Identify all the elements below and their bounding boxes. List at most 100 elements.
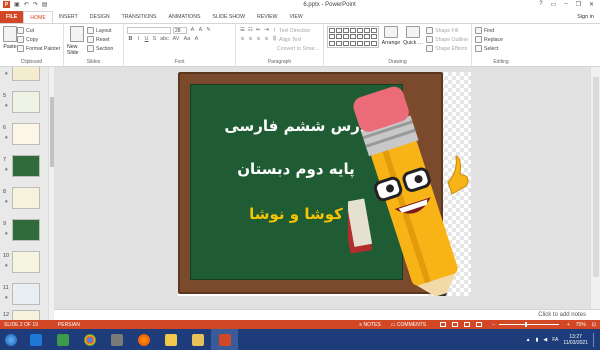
show-desktop-button[interactable] (593, 332, 596, 347)
taskbar-app[interactable] (103, 329, 130, 350)
align-right-icon[interactable]: ≡ (255, 36, 262, 43)
change-case-button[interactable]: Aa (182, 36, 192, 43)
slide-thumbnail[interactable]: 10 ★ (0, 251, 48, 279)
line-spacing-icon[interactable]: ↕ (271, 27, 278, 34)
start-button[interactable] (0, 329, 22, 350)
slide-thumbnail[interactable]: 8 ★ (0, 187, 48, 215)
justify-icon[interactable]: ≡ (263, 36, 270, 43)
zoom-in-button[interactable]: + (567, 322, 576, 328)
indent-icon[interactable]: ⇤ (255, 27, 262, 34)
pencil-character-image[interactable] (348, 82, 471, 296)
zoom-level[interactable]: 70% (576, 322, 592, 328)
find-button[interactable]: Find (475, 26, 527, 35)
close-button[interactable]: ✕ (589, 1, 594, 8)
taskbar-app[interactable] (184, 329, 211, 350)
slide-thumbnail[interactable]: 4 ★ (0, 67, 48, 87)
reset-button[interactable]: Reset (87, 35, 113, 44)
zoom-slider[interactable] (498, 322, 559, 327)
taskbar-app[interactable] (157, 329, 184, 350)
char-spacing-button[interactable]: AV (171, 36, 181, 43)
bold-button[interactable]: B (127, 36, 134, 43)
tab-animations[interactable]: ANIMATIONS (163, 11, 207, 23)
layout-button[interactable]: Layout (87, 26, 113, 35)
taskbar-app[interactable] (49, 329, 76, 350)
align-center-icon[interactable]: ≡ (247, 36, 254, 43)
canvas-scrollbar[interactable] (590, 67, 600, 320)
shrink-font-icon[interactable]: A (197, 27, 204, 34)
bullets-icon[interactable]: ☰ (239, 27, 246, 34)
section-button[interactable]: Section (87, 44, 113, 53)
font-size-input[interactable]: 28 (173, 27, 187, 34)
strikethrough-button[interactable]: abc (159, 36, 170, 43)
slide-thumbnail[interactable]: 12 (0, 310, 48, 320)
reading-view-icon[interactable] (464, 322, 471, 327)
help-button[interactable]: ? (539, 1, 542, 8)
notes-pane[interactable]: Click to add notes (54, 309, 600, 320)
tab-design[interactable]: DESIGN (84, 11, 116, 23)
slide-thumbnail[interactable]: 6 ★ (0, 123, 48, 151)
shadow-button[interactable]: S (151, 36, 158, 43)
volume-icon[interactable]: ◀ (543, 337, 547, 343)
minimize-button[interactable]: – (564, 1, 567, 8)
zoom-out-button[interactable]: – (492, 322, 499, 328)
underline-button[interactable]: U (143, 36, 150, 43)
shape-effects-button[interactable]: Shape Effects (426, 44, 468, 53)
slide-thumbnail[interactable]: 11 ★ (0, 283, 48, 311)
select-button[interactable]: Select (475, 44, 527, 53)
taskbar-app[interactable] (22, 329, 49, 350)
tab-insert[interactable]: INSERT (53, 11, 84, 23)
taskbar-app[interactable] (76, 329, 103, 350)
ribbon-display-button[interactable]: ▭ (551, 1, 557, 8)
columns-icon[interactable]: ⫼ (271, 36, 278, 43)
replace-button[interactable]: Replace (475, 35, 527, 44)
font-name-input[interactable] (127, 27, 171, 34)
notes-placeholder[interactable]: Click to add notes (538, 312, 586, 318)
fit-slide-icon[interactable]: ⊡ (592, 322, 600, 328)
tray-arrow-icon[interactable]: ▲ (526, 337, 531, 343)
slide-thumbnail[interactable]: 5 ★ (0, 91, 48, 119)
slide-sorter-icon[interactable] (452, 322, 459, 327)
numbering-icon[interactable]: ☷ (247, 27, 254, 34)
canvas-scrollbar-thumb[interactable] (593, 77, 599, 277)
taskbar-app[interactable] (211, 329, 238, 350)
font-color-button[interactable]: A (193, 36, 200, 43)
shape-outline-button[interactable]: Shape Outline (426, 35, 468, 44)
notes-button[interactable]: ≡ NOTES (359, 322, 391, 328)
save-icon[interactable]: ▣ (14, 1, 20, 8)
shapes-gallery[interactable] (327, 26, 379, 48)
language-indicator[interactable]: PERSIAN (38, 322, 80, 328)
sign-in-link[interactable]: Sign in (577, 11, 600, 23)
align-left-icon[interactable]: ≡ (239, 36, 246, 43)
tab-review[interactable]: REVIEW (251, 11, 283, 23)
italic-button[interactable]: I (135, 36, 142, 43)
network-tray-icon[interactable]: ▮ (536, 337, 539, 343)
comments-button[interactable]: ▭ COMMENTS (391, 322, 440, 328)
grow-font-icon[interactable]: A (189, 27, 196, 34)
start-presentation-icon[interactable]: ▤ (42, 1, 48, 8)
restore-button[interactable]: ❐ (576, 1, 581, 8)
tab-file[interactable]: FILE (0, 11, 24, 23)
slide-thumbnail[interactable]: 7 ★ (0, 155, 48, 183)
tab-slide-show[interactable]: SLIDE SHOW (206, 11, 251, 23)
slide-thumbnail-panel[interactable]: 4 ★ 5 ★ 6 ★ 7 ★ 8 ★ 9 ★ 10 ★ 11 ★ 12 (0, 67, 48, 320)
undo-icon[interactable]: ↶ (24, 1, 29, 8)
format-painter-button[interactable]: Format Painter (17, 44, 60, 53)
align-text-button[interactable]: Align Text (279, 37, 301, 43)
slide-thumbnail[interactable]: 9 ★ (0, 219, 48, 247)
zoom-slider-thumb[interactable] (524, 322, 527, 327)
normal-view-icon[interactable] (440, 322, 447, 327)
cut-button[interactable]: Cut (17, 26, 60, 35)
redo-icon[interactable]: ↷ (33, 1, 38, 8)
tab-transitions[interactable]: TRANSITIONS (116, 11, 163, 23)
outdent-icon[interactable]: ⇥ (263, 27, 270, 34)
shape-fill-button[interactable]: Shape Fill (426, 26, 468, 35)
current-slide[interactable]: درس ششم فارسی پایه دوم دبستان کوشا و نوش… (178, 72, 471, 296)
keyboard-language[interactable]: FA (552, 337, 558, 343)
slideshow-view-icon[interactable] (476, 322, 483, 327)
clock[interactable]: 13:27 11/03/2021 (563, 334, 588, 346)
tab-home[interactable]: HOME (23, 11, 53, 23)
taskbar-app[interactable] (130, 329, 157, 350)
text-direction-button[interactable]: Text Direction (279, 28, 310, 34)
convert-smartart-button[interactable]: Convert to SmartArt (277, 46, 320, 52)
clear-format-icon[interactable]: ✎ (205, 27, 212, 34)
